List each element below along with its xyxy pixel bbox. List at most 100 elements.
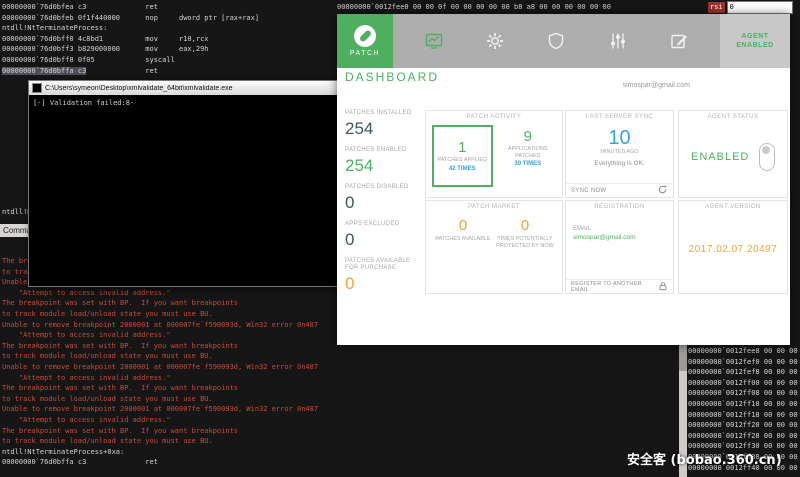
stat-label: PATCHES AVAILABLE FOR PURCHASE [345,258,423,272]
patches-applied-box: 1 PATCHES APPLIED 42 TIMES [432,125,493,187]
debugger-output-line: Unable to remove breakpoint 2000001 at 0… [2,404,318,415]
command-window-tab[interactable]: Command [0,224,31,237]
applications-patched-times: 30 TIMES [514,161,541,167]
disasm-current-rest: ret [86,67,158,75]
agent-status-panel: AGENT STATUS ENABLED [678,110,788,198]
registration-panel: REGISTRATION EMAIL: simospar@gmail.com R… [565,200,674,294]
applications-patched-value: 9 [524,129,532,145]
patch-logo-tile[interactable]: PATCH [337,14,393,68]
sync-minutes-value: 10 [566,128,673,148]
applications-patched-box: 9 APPLICATIONS PATCHED 30 TIMES [500,125,557,167]
disasm-symbol-line: ntdll!NtTerminateProcess: [2,23,259,34]
debugger-output-line: 00000000`76d0bffa c3 ret [2,457,318,468]
lock-icon [658,278,668,296]
panel-title: AGENT VERSION [679,204,787,210]
stat-label: APPS EXCLUDED [345,221,423,228]
agent-status-toggle[interactable] [759,143,775,171]
shield-icon[interactable] [546,31,566,51]
sliders-icon[interactable] [608,31,628,51]
disasm-line: 00000000`76d0bff3 b829000000 mov eax,29h [2,44,259,55]
stat-value: 254 [345,119,423,138]
market-times-protected: 0 TIMES POTENTIALLY PROTECTED BY NOW [495,218,555,249]
memory-dump-line: 00000000`0012ff00 00 00 00 00 00 [688,378,800,389]
console-output: [-] Validation failed:8- [29,95,337,112]
debugger-output-line: Unable to remove breakpoint 2000001 at 0… [2,362,318,373]
disasm-selection: 00000000`76d0bffa c3 [2,67,86,75]
disasm-current-line: 00000000`76d0bffa c3 ret [2,66,259,77]
market-available-value: 0 [459,218,467,234]
patch-activity-panel: PATCH ACTIVITY 1 PATCHES APPLIED 42 TIME… [425,110,563,198]
panel-title: REGISTRATION [566,204,673,210]
register-name: rsi [708,2,725,13]
market-protected-label: TIMES POTENTIALLY PROTECTED BY NOW [495,236,555,249]
disasm-line: 00000000`76d0bfeb 0f1f440000 nop dword p… [2,13,259,24]
agent-status-value: ENABLED [691,151,749,163]
agent-version-value: 2017.02.07.20497 [679,244,787,255]
stat-apps-excluded: APPS EXCLUDED 0 [345,221,423,249]
refresh-icon[interactable] [657,182,668,200]
gear-icon[interactable] [485,31,505,51]
market-protected-value: 0 [521,218,529,234]
patches-applied-times: 42 TIMES [449,166,476,172]
disasm-line: 00000000`76d0bfea c3 ret [2,2,259,13]
debugger-output-line: "Attempt to access invalid address." [2,330,318,341]
agent-enabled-badge-line1: AGENT [742,32,769,41]
memory-scrollbar-thumb[interactable] [679,345,687,371]
page-title: DASHBOARD [345,70,439,84]
memory-dump-line: 00000000`0012fee8 00 00 00 00 00 [688,346,800,357]
sync-footer: SYNC NOW [566,183,673,197]
register-icon[interactable] [669,31,689,51]
panel-title: LAST SERVER SYNC [566,114,673,120]
opatch-navbar [393,14,720,68]
console-title: C:\Users\symeon\Desktop\xmlvalidate_64bi… [45,85,233,92]
patch-market-body: 0 PATCHES AVAILABLE 0 TIMES POTENTIALLY … [426,210,562,249]
memory-dump-line: 00000000`0012fef8 00 00 00 00 00 [688,367,800,378]
patch-activity-body: 1 PATCHES APPLIED 42 TIMES 9 APPLICATION… [426,120,562,192]
debugger-command-output: The breakpoint was set with BP. If you w… [2,256,318,468]
console-output-line: [-] Validation failed:8- [33,98,333,109]
console-titlebar[interactable]: C:\Users\symeon\Desktop\xmlvalidate_64bi… [29,81,337,95]
registration-body: EMAIL: simospar@gmail.com [566,226,673,241]
last-server-sync-panel: LAST SERVER SYNC 10 MINUTES AGO Everythi… [565,110,674,198]
debugger-output-line: to track module load/unload state you mu… [2,436,318,447]
patch-logo-icon [354,25,376,47]
memory-dump-line: 00000000`0012ff18 00 00 00 00 00 [688,410,800,421]
register-another-email-button[interactable]: REGISTER TO ANOTHER EMAIL [571,281,658,293]
sync-minutes-unit: MINUTES AGO [566,149,673,155]
debugger-output-line: Unable to remove breakpoint 2000001 at 0… [2,320,318,331]
stat-value: 0 [345,230,423,249]
agent-enabled-badge-line2: ENABLED [736,41,773,50]
stat-value: 0 [345,274,423,293]
debugger-output-line: to track module load/unload state you mu… [2,394,318,405]
stat-value: 0 [345,193,423,212]
register-value-field[interactable]: 0 [727,1,793,14]
disasm-line: 00000000`76d0bff8 0f05 syscall [2,55,259,66]
register-pane: rsi 0 [708,1,793,14]
registration-email: simospar@gmail.com [573,234,666,241]
debugger-output-line: to track module load/unload state you mu… [2,309,318,320]
market-patches-available: 0 PATCHES AVAILABLE [433,218,493,249]
stat-label: PATCHES DISABLED [345,184,423,191]
disasm-line: 00000000`76d0bff0 4c8bd1 mov r10,rcx [2,34,259,45]
opatch-header: PATCH AGENT ENABLED [337,14,790,68]
agent-enabled-badge[interactable]: AGENT ENABLED [720,14,790,68]
stat-value: 254 [345,156,423,175]
cmd-prompt-icon [32,83,42,93]
stat-patches-enabled: PATCHES ENABLED 254 [345,147,423,175]
registration-email-label: EMAIL: [573,226,666,232]
memory-dump-line: 00000000`0012ff20 00 00 00 00 00 [688,420,800,431]
memory-dump-line: 00000000`0012fef0 00 00 00 00 00 [688,357,800,368]
patch-logo-label: PATCH [350,50,380,57]
debugger-output-line: The breakpoint was set with BP. If you w… [2,426,318,437]
stat-patches-installed: PATCHES INSTALLED 254 [345,110,423,138]
registration-footer: REGISTER TO ANOTHER EMAIL [566,279,673,293]
agent-status-body: ENABLED [679,120,787,194]
dashboard-chart-icon[interactable] [424,31,444,51]
stat-patches-available-purchase: PATCHES AVAILABLE FOR PURCHASE 0 [345,258,423,293]
agent-version-panel: AGENT VERSION 2017.02.07.20497 [678,200,788,294]
debugger-output-line: "Attempt to access invalid address." [2,288,318,299]
watermark: 安全客 (bobao.360.cn) [627,449,782,468]
sync-now-button[interactable]: SYNC NOW [571,188,606,194]
debugger-output-line: The breakpoint was set with BP. If you w… [2,341,318,352]
memory-dump-line: 00000000`0012ff08 00 00 00 00 00 [688,388,800,399]
